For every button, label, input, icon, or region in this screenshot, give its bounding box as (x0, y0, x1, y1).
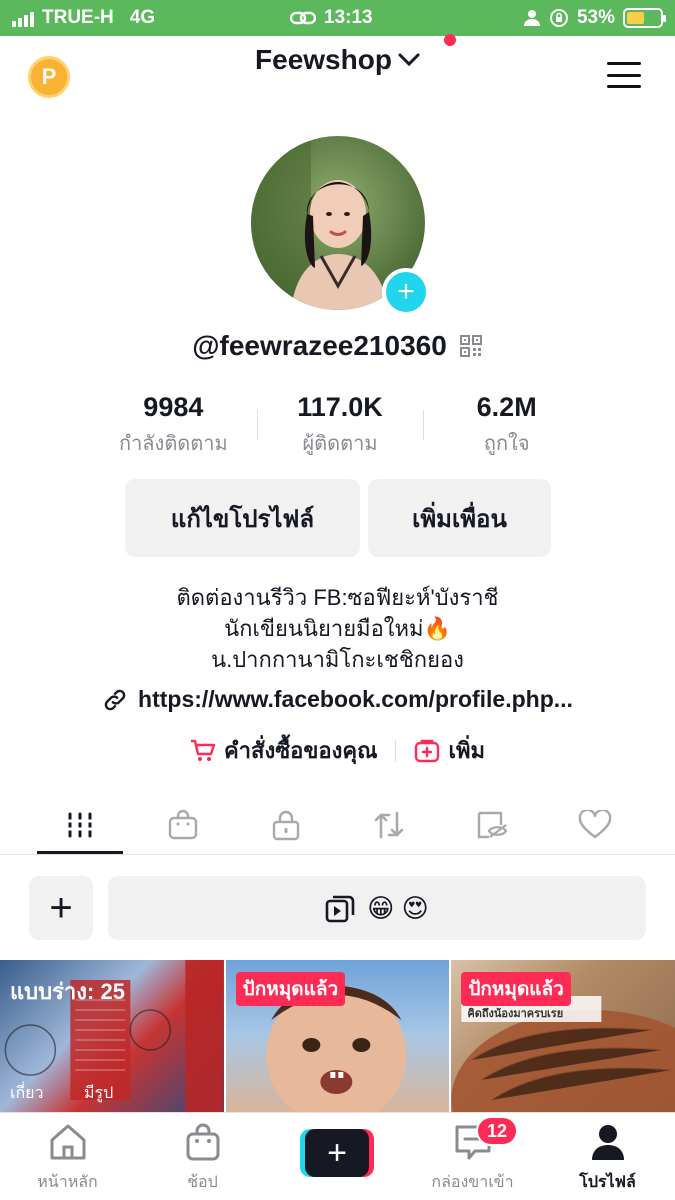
signal-icon (12, 9, 34, 27)
bio-line: น.ปากกานามิโกะเชชิกยอง (211, 647, 464, 672)
video-thumbnail[interactable]: แบบร่าง: 25 เกี่ยว มีรูป (0, 960, 224, 1112)
tab-videos[interactable] (37, 801, 123, 849)
account-switcher[interactable]: Feewshop (255, 44, 420, 76)
nav-home-label: หน้าหลัก (37, 1174, 98, 1191)
link-text: https://www.facebook.com/profile.php... (138, 686, 573, 712)
thumbnail-caption: คิดถึงน้องมาครบเรย (467, 1008, 564, 1020)
tab-hidden[interactable] (449, 801, 535, 849)
create-button[interactable]: + (300, 1129, 374, 1177)
link-chain-icon (290, 11, 316, 25)
bottom-nav: หน้าหลัก ช้อป + กล่องขาเข้า โปรไฟล์ (0, 1112, 675, 1200)
following-count: 9984 (143, 392, 204, 422)
tab-reposts[interactable] (346, 801, 432, 849)
likes-count: 6.2M (476, 392, 537, 422)
rotation-lock-icon (549, 9, 568, 27)
followers-count: 117.0K (297, 392, 383, 422)
likes-stat[interactable]: 6.2M ถูกใจ (423, 392, 590, 459)
following-stat[interactable]: 9984 กำลังติดตาม (90, 392, 257, 459)
draft-footer-text-2: มีรูป (83, 1085, 114, 1102)
nav-shop[interactable]: ช้อป (135, 1123, 270, 1195)
add-friend-button[interactable]: เพิ่มเพื่อน (368, 479, 551, 557)
story-bar[interactable]: 😁 😍 (108, 876, 646, 940)
qr-code-icon[interactable] (459, 334, 483, 358)
chevron-down-icon (398, 53, 420, 67)
followers-label: ผู้ติดตาม (302, 433, 378, 455)
shop-bag-icon (186, 1123, 219, 1161)
heart-icon (578, 810, 612, 839)
lock-icon (272, 810, 300, 841)
link-icon (104, 689, 126, 710)
divider (395, 739, 397, 762)
carrier-name: TRUE-H (42, 7, 114, 28)
repost-icon (374, 811, 404, 839)
nav-inbox[interactable]: กล่องขาเข้า (405, 1123, 540, 1195)
nav-inbox-label: กล่องขาเข้า (431, 1174, 514, 1191)
user-icon (523, 10, 540, 26)
nav-profile-label: โปรไฟล์ (579, 1174, 636, 1191)
followers-stat[interactable]: 117.0K ผู้ติดตาม (256, 392, 424, 459)
add-label: เพิ่ม (448, 738, 486, 763)
videos-grid-icon (67, 812, 93, 838)
orders-label: คำสั่งซื้อของคุณ (223, 738, 378, 763)
battery-percent: 53% (576, 7, 615, 28)
home-icon (50, 1124, 85, 1160)
video-grid: แบบร่าง: 25 เกี่ยว มีรูป ปักหมุดแล้ว ปัก… (0, 960, 675, 1112)
pinned-badge: ปักหมุดแล้ว (461, 972, 571, 1006)
nav-profile[interactable]: โปรไฟล์ (540, 1123, 675, 1195)
hidden-icon (477, 811, 508, 839)
username: @feewrazee210360 (192, 330, 447, 361)
cart-icon (190, 739, 216, 761)
tab-liked[interactable] (552, 801, 638, 849)
nav-home[interactable]: หน้าหลัก (0, 1123, 135, 1195)
add-avatar-button[interactable]: + (382, 268, 430, 316)
battery-icon (623, 8, 666, 28)
draft-count: แบบร่าง: 25 (10, 979, 125, 1004)
plus-icon: + (305, 1129, 369, 1177)
bio-line: ติดต่องานรีวิว FB:ซอฟียะห์'บังราชี (176, 585, 499, 610)
add-link-button[interactable]: เพิ่ม (414, 733, 485, 768)
bio-line: นักเขียนนิยายมือใหม่🔥 (224, 616, 451, 641)
network-type: 4G (129, 7, 156, 28)
add-post-button[interactable]: + (29, 876, 93, 940)
video-thumbnail[interactable]: ปักหมุดแล้ว (225, 960, 450, 1112)
draft-footer-text: เกี่ยว (10, 1085, 44, 1102)
inbox-count-badge: 12 (476, 1116, 518, 1146)
nav-shop-label: ช้อป (187, 1174, 218, 1191)
content-tabs (0, 795, 675, 855)
profile-stats: 9984 กำลังติดตาม 117.0K ผู้ติดตาม 6.2M ถ… (90, 392, 590, 459)
shop-bag-icon (168, 809, 198, 840)
bio: ติดต่องานรีวิว FB:ซอฟียะห์'บังราชี นักเข… (0, 582, 675, 675)
active-tab-indicator (37, 851, 123, 854)
edit-profile-button[interactable]: แก้ไขโปรไฟล์ (125, 479, 360, 557)
menu-icon[interactable] (607, 62, 641, 88)
following-label: กำลังติดตาม (118, 433, 228, 455)
tab-shop[interactable] (140, 801, 226, 849)
account-name: Feewshop (255, 44, 392, 75)
profile-icon (591, 1125, 624, 1160)
bio-link[interactable]: https://www.facebook.com/profile.php... (102, 686, 573, 713)
likes-label: ถูกใจ (483, 433, 530, 455)
add-box-icon (415, 739, 440, 762)
draft-footer: เกี่ยว มีรูป (10, 1081, 113, 1106)
tab-private[interactable] (243, 801, 329, 849)
status-bar: TRUE-H 4G 13:13 53% (0, 0, 675, 36)
clock: 13:13 (324, 7, 373, 28)
top-nav: P Feewshop (0, 34, 675, 116)
video-thumbnail[interactable]: ปักหมุดแล้ว คิดถึงน้องมาครบเรย (451, 960, 675, 1112)
story-icon (325, 895, 355, 923)
orders-link[interactable]: คำสั่งซื้อของคุณ (190, 733, 378, 768)
story-emojis: 😁 😍 (367, 892, 429, 923)
pinned-badge: ปักหมุดแล้ว (235, 972, 346, 1006)
notification-dot (444, 34, 456, 46)
